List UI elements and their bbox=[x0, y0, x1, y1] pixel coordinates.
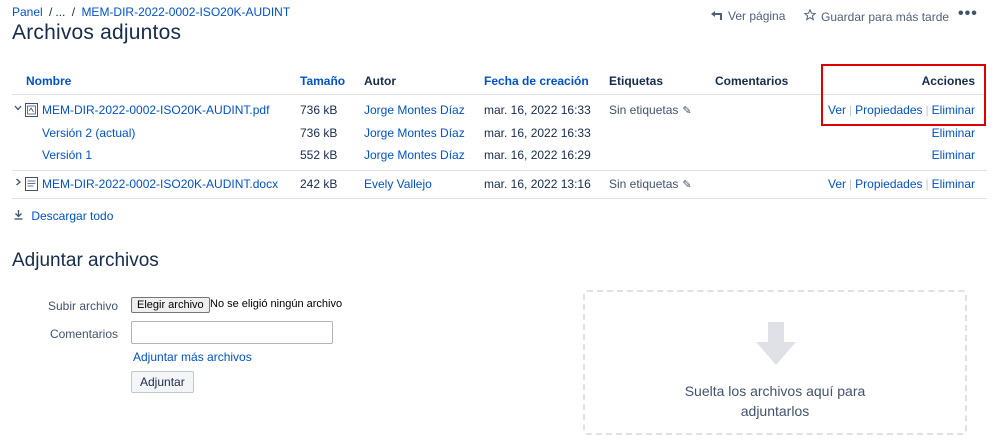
file-name-link[interactable]: MEM-DIR-2022-0002-ISO20K-AUDINT.pdf bbox=[42, 103, 269, 117]
created-date: mar. 16, 2022 16:29 bbox=[484, 148, 591, 162]
author-link[interactable]: Jorge Montes Díaz bbox=[364, 103, 465, 117]
view-page-button[interactable]: Ver página bbox=[711, 9, 785, 23]
drop-zone-text: Suelta los archivos aquí para adjuntarlo… bbox=[585, 381, 965, 421]
edit-labels-pencil-icon[interactable]: ✎ bbox=[682, 178, 691, 191]
created-date: mar. 16, 2022 16:33 bbox=[484, 103, 591, 117]
file-name-link[interactable]: MEM-DIR-2022-0002-ISO20K-AUDINT.docx bbox=[42, 177, 278, 191]
author-link[interactable]: Jorge Montes Díaz bbox=[364, 126, 465, 140]
file-size: 736 kB bbox=[300, 103, 338, 117]
download-icon bbox=[14, 209, 26, 223]
version-row: Versión 2 (actual) 736 kB Jorge Montes D… bbox=[12, 122, 987, 144]
version-link[interactable]: Versión 1 bbox=[42, 148, 92, 162]
column-header-size[interactable]: Tamaño bbox=[300, 74, 345, 88]
column-header-actions: Acciones bbox=[921, 74, 975, 88]
properties-link[interactable]: Propiedades bbox=[855, 103, 922, 117]
labels-text: Sin etiquetas bbox=[609, 103, 679, 117]
edit-labels-pencil-icon[interactable]: ✎ bbox=[682, 104, 691, 117]
down-arrow-icon bbox=[755, 322, 797, 366]
attach-more-files-link[interactable]: Adjuntar más archivos bbox=[133, 350, 252, 364]
properties-link[interactable]: Propiedades bbox=[855, 177, 922, 191]
table-divider bbox=[12, 170, 987, 171]
star-icon bbox=[803, 8, 817, 24]
delete-link[interactable]: Eliminar bbox=[932, 126, 975, 140]
table-row: MEM-DIR-2022-0002-ISO20K-AUDINT.docx 242… bbox=[12, 173, 987, 195]
version-link[interactable]: Versión 2 (actual) bbox=[42, 126, 135, 140]
no-file-chosen-text: No se eligió ningún archivo bbox=[210, 298, 343, 310]
table-divider bbox=[12, 94, 987, 95]
table-row: MEM-DIR-2022-0002-ISO20K-AUDINT.pdf 736 … bbox=[12, 99, 987, 121]
choose-file-button[interactable]: Elegir archivo bbox=[131, 297, 210, 313]
action-separator: | bbox=[849, 103, 853, 117]
more-actions-button[interactable]: ••• bbox=[958, 5, 978, 23]
view-link[interactable]: Ver bbox=[828, 177, 846, 191]
created-date: mar. 16, 2022 16:33 bbox=[484, 126, 591, 140]
delete-link[interactable]: Eliminar bbox=[932, 103, 975, 117]
download-all-label: Descargar todo bbox=[31, 209, 114, 223]
upload-file-label: Subir archivo bbox=[47, 299, 118, 313]
row-actions: Ver | Propiedades | Eliminar bbox=[828, 177, 975, 191]
drop-zone-line-1: Suelta los archivos aquí para bbox=[684, 383, 866, 399]
row-actions: Ver | Propiedades | Eliminar bbox=[828, 103, 975, 117]
delete-link[interactable]: Eliminar bbox=[932, 148, 975, 162]
attach-button[interactable]: Adjuntar bbox=[131, 371, 194, 393]
pdf-file-icon bbox=[25, 103, 38, 117]
page-actions: Ver página Guardar para más tarde ••• bbox=[0, 5, 999, 25]
column-header-author: Autor bbox=[364, 74, 396, 88]
action-separator: | bbox=[925, 177, 929, 191]
file-size: 736 kB bbox=[300, 126, 338, 140]
save-later-button[interactable]: Guardar para más tarde bbox=[803, 8, 950, 24]
action-separator: | bbox=[849, 177, 853, 191]
save-later-label: Guardar para más tarde bbox=[821, 10, 950, 24]
drop-zone-line-2: adjuntarlos bbox=[740, 403, 810, 419]
column-header-labels: Etiquetas bbox=[609, 74, 664, 88]
author-link[interactable]: Jorge Montes Díaz bbox=[364, 148, 465, 162]
file-drop-zone[interactable]: Suelta los archivos aquí para adjuntarlo… bbox=[583, 290, 967, 435]
attach-section-title: Adjuntar archivos bbox=[12, 250, 159, 271]
document-file-icon bbox=[25, 177, 38, 191]
file-size: 242 kB bbox=[300, 177, 338, 191]
labels-cell: Sin etiquetas ✎ bbox=[609, 177, 692, 191]
collapse-chevron-icon[interactable] bbox=[14, 104, 24, 116]
expand-chevron-icon[interactable] bbox=[14, 178, 24, 190]
version-row: Versión 1 552 kB Jorge Montes Díaz mar. … bbox=[12, 144, 987, 166]
comments-input[interactable] bbox=[131, 321, 333, 344]
labels-cell: Sin etiquetas ✎ bbox=[609, 103, 692, 117]
delete-link[interactable]: Eliminar bbox=[932, 177, 975, 191]
author-link[interactable]: Evely Vallejo bbox=[364, 177, 432, 191]
comments-label: Comentarios bbox=[49, 327, 118, 341]
column-header-comments: Comentarios bbox=[715, 74, 789, 88]
file-size: 552 kB bbox=[300, 148, 338, 162]
row-actions: Eliminar bbox=[932, 148, 975, 162]
row-actions: Eliminar bbox=[932, 126, 975, 140]
action-separator: | bbox=[925, 103, 929, 117]
view-page-label: Ver página bbox=[728, 9, 786, 23]
column-header-name[interactable]: Nombre bbox=[26, 74, 71, 88]
view-link[interactable]: Ver bbox=[828, 103, 846, 117]
table-divider bbox=[12, 198, 987, 199]
download-all-link[interactable]: Descargar todo bbox=[14, 209, 113, 223]
created-date: mar. 16, 2022 13:16 bbox=[484, 177, 591, 191]
labels-text: Sin etiquetas bbox=[609, 177, 679, 191]
back-arrow-icon bbox=[711, 9, 723, 23]
column-header-created[interactable]: Fecha de creación bbox=[484, 74, 589, 88]
